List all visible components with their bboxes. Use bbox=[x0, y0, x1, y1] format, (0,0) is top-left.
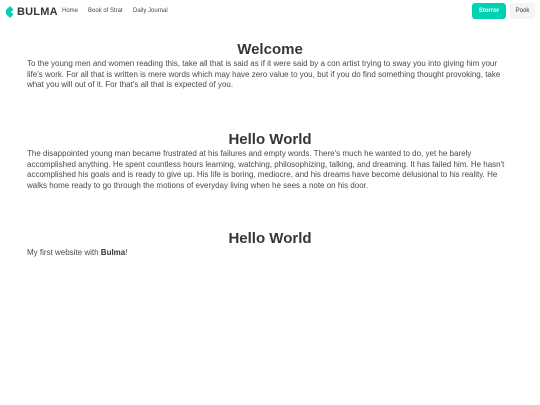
text-prefix: My first website with bbox=[27, 248, 101, 257]
section-title: Hello World bbox=[228, 230, 312, 247]
hello-world-story-section: Hello World The disappointed young man b… bbox=[27, 131, 513, 191]
nav-item-home[interactable]: Home bbox=[62, 7, 78, 15]
section-title: Hello World bbox=[228, 131, 312, 148]
navbar: BULMA Home Book of Strat Daily Journal S… bbox=[0, 0, 540, 23]
section-text: The disappointed young man became frustr… bbox=[27, 149, 505, 190]
pook-button[interactable]: Pook bbox=[510, 3, 535, 19]
section-text: My first website with Bulma! bbox=[27, 248, 513, 259]
text-suffix: ! bbox=[125, 248, 128, 257]
nav-item-daily-journal[interactable]: Daily Journal bbox=[133, 7, 168, 15]
bulma-emphasis: Bulma bbox=[100, 248, 126, 257]
nav-item-book-of-strat[interactable]: Book of Strat bbox=[88, 7, 123, 15]
section-title: Welcome bbox=[237, 41, 303, 58]
bulma-logo-icon bbox=[6, 5, 14, 18]
storror-button[interactable]: Storror bbox=[472, 3, 506, 19]
hello-world-bulma-section: Hello World My first website with Bulma! bbox=[27, 230, 513, 259]
brand-logo[interactable]: BULMA bbox=[5, 5, 58, 18]
welcome-section: Welcome To the young men and women readi… bbox=[27, 41, 513, 91]
section-text: To the young men and women reading this,… bbox=[27, 59, 501, 89]
brand-name: BULMA bbox=[17, 5, 58, 18]
